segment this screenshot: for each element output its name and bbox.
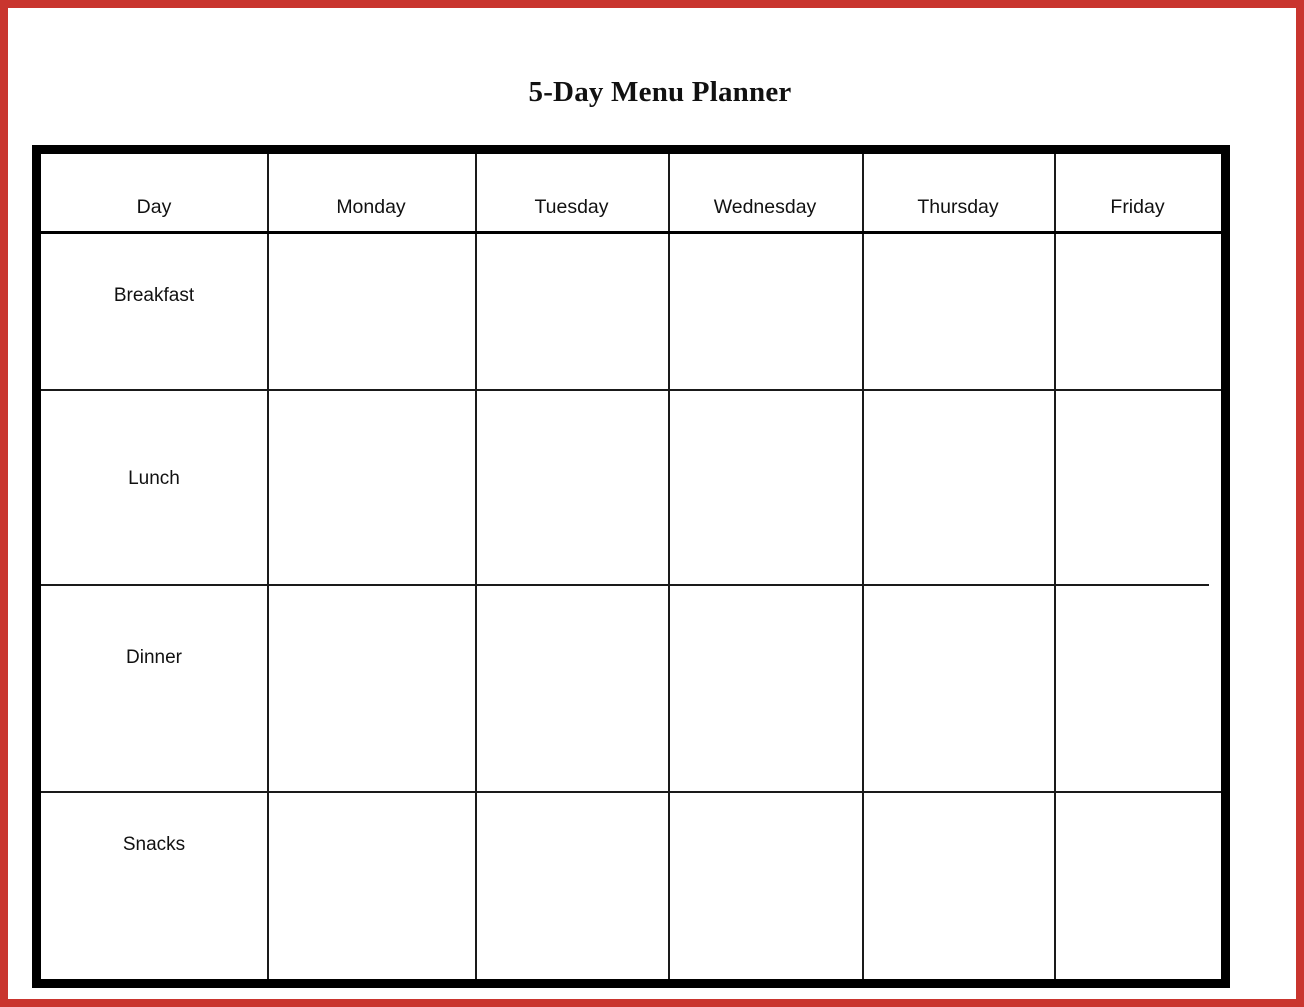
cell-breakfast-wednesday[interactable] bbox=[668, 231, 862, 389]
column-header-friday: Friday bbox=[1110, 196, 1165, 218]
cell-lunch-monday[interactable] bbox=[267, 389, 475, 584]
cell-dinner-friday[interactable] bbox=[1054, 584, 1221, 791]
cell-snacks-monday[interactable] bbox=[267, 791, 475, 979]
planner-grid: Day Monday Tuesday Wednesday Thursday Friday B… bbox=[41, 154, 1221, 979]
column-header-monday: Monday bbox=[336, 196, 406, 218]
cell-snacks-friday[interactable] bbox=[1054, 791, 1221, 979]
menu-planner-table: Day Monday Tuesday Wednesday Thursday Friday B… bbox=[32, 145, 1230, 988]
page-title: 5-Day Menu Planner bbox=[528, 76, 792, 109]
cell-snacks-thursday[interactable] bbox=[862, 791, 1054, 979]
cell-dinner-tuesday[interactable] bbox=[475, 584, 668, 791]
column-header-wednesday: Wednesday bbox=[713, 196, 817, 218]
cell-breakfast-monday[interactable] bbox=[267, 231, 475, 389]
cell-breakfast-friday[interactable] bbox=[1054, 231, 1221, 389]
column-header-day: Day bbox=[136, 196, 172, 218]
row-header-dinner: Dinner bbox=[126, 646, 182, 668]
cell-breakfast-thursday[interactable] bbox=[862, 231, 1054, 389]
cell-lunch-thursday[interactable] bbox=[862, 389, 1054, 584]
cell-breakfast-tuesday[interactable] bbox=[475, 231, 668, 389]
column-header-tuesday: Tuesday bbox=[534, 196, 609, 218]
column-header-thursday: Thursday bbox=[917, 196, 999, 218]
cell-dinner-wednesday[interactable] bbox=[668, 584, 862, 791]
cell-lunch-friday[interactable] bbox=[1054, 389, 1221, 584]
row-header-breakfast: Breakfast bbox=[113, 285, 195, 306]
cell-lunch-wednesday[interactable] bbox=[668, 389, 862, 584]
cell-lunch-tuesday[interactable] bbox=[475, 389, 668, 584]
row-header-lunch: Lunch bbox=[128, 467, 180, 489]
cell-dinner-thursday[interactable] bbox=[862, 584, 1054, 791]
cell-snacks-wednesday[interactable] bbox=[668, 791, 862, 979]
cell-snacks-tuesday[interactable] bbox=[475, 791, 668, 979]
menu-planner-page: 5-Day Menu Planner Day Monday Tuesday Wedne… bbox=[0, 0, 1304, 1007]
cell-dinner-monday[interactable] bbox=[267, 584, 475, 791]
row-header-snacks: Snacks bbox=[122, 834, 186, 855]
